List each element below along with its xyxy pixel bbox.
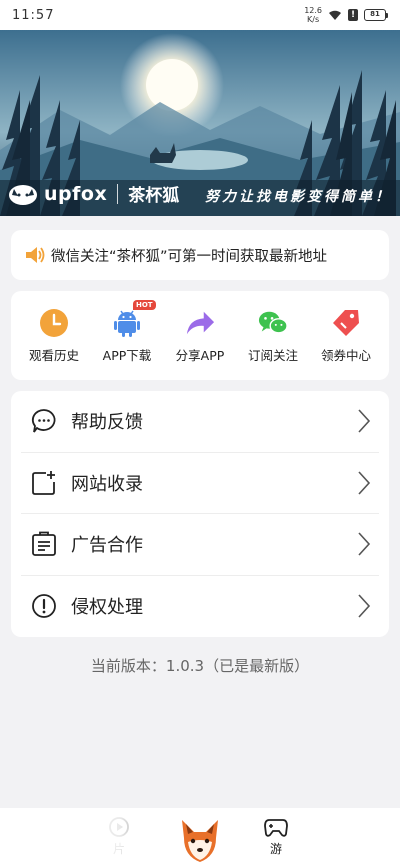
fox-logo-icon: [9, 184, 37, 205]
android-icon: [114, 310, 140, 337]
network-speed-unit: K/s: [307, 15, 320, 24]
quick-action-history[interactable]: 观看历史: [21, 309, 87, 380]
bottom-tab-bar: 片 游: [0, 808, 400, 866]
chat-bubble-icon: [31, 409, 56, 433]
menu-item-label: 帮助反馈: [71, 412, 143, 434]
menu-item-help-feedback[interactable]: 帮助反馈: [21, 391, 379, 453]
brand-divider: [117, 183, 119, 204]
menu-item-label: 网站收录: [71, 473, 143, 495]
quick-action-label: APP下载: [102, 348, 152, 363]
clock-icon: [40, 309, 68, 337]
fox-mascot-icon[interactable]: [176, 816, 224, 864]
hot-badge: HOT: [133, 300, 156, 310]
network-speed-value: 12.6: [304, 6, 322, 15]
quick-action-coupon-center[interactable]: 领券中心: [313, 309, 379, 380]
chevron-right-icon: [358, 409, 371, 433]
network-speed: 12.6 K/s: [304, 6, 322, 24]
menu-item-label: 广告合作: [71, 535, 143, 557]
add-square-icon: [32, 470, 55, 495]
tab-fade-overlay: [0, 808, 200, 866]
coupon-tag-icon: [333, 310, 359, 336]
notification-alert-icon: !: [348, 9, 358, 21]
battery-icon: 81: [364, 9, 388, 21]
slogan: 努力让找电影变得简单！: [205, 189, 392, 205]
quick-action-label: 领券中心: [320, 348, 371, 363]
status-time: 11:57: [12, 7, 55, 23]
notice-text: 微信关注“茶杯狐”可第一时间获取最新地址: [51, 248, 328, 265]
battery-level: 81: [364, 9, 386, 21]
header-banner: upfox 茶杯狐 努力让找电影变得简单！: [0, 30, 400, 216]
status-bar: 11:57 12.6 K/s ! 81: [0, 0, 400, 30]
version-info: 当前版本：1.0.3（已是最新版）: [90, 657, 310, 675]
quick-action-app-download[interactable]: HOT APP下载: [94, 300, 160, 380]
gamepad-icon: [264, 819, 288, 837]
menu-item-site-submission[interactable]: 网站收录: [21, 453, 379, 514]
menu-item-label: 侵权处理: [71, 597, 143, 619]
wechat-icon: [258, 311, 288, 334]
menu-item-infringement[interactable]: 侵权处理: [21, 576, 379, 638]
brand-name-en: upfox: [44, 182, 108, 205]
quick-actions-panel: 观看历史 HOT APP下载 分享APP 订阅关注 领券中心: [11, 291, 389, 380]
share-arrow-icon: [186, 311, 215, 335]
brand-logo: upfox 茶杯狐: [8, 181, 179, 206]
wechat-notice-bar[interactable]: 微信关注“茶杯狐”可第一时间获取最新地址: [11, 230, 389, 280]
quick-action-label: 观看历史: [28, 348, 79, 363]
wifi-icon: [329, 10, 341, 20]
chevron-right-icon: [358, 471, 371, 495]
settings-menu: 帮助反馈 网站收录 广告合作 侵权处理: [11, 391, 389, 637]
chevron-right-icon: [358, 532, 371, 556]
alert-circle-icon: [32, 594, 56, 619]
quick-action-label: 订阅关注: [247, 348, 298, 363]
quick-action-subscribe[interactable]: 订阅关注: [240, 309, 306, 380]
brand-name-cn: 茶杯狐: [128, 186, 180, 206]
quick-action-label: 分享APP: [175, 348, 225, 363]
status-icons: 12.6 K/s ! 81: [304, 6, 388, 24]
tab-games[interactable]: 游: [264, 816, 288, 857]
tab-label: 游: [269, 842, 282, 856]
speaker-icon: [26, 247, 45, 263]
menu-item-ad-cooperation[interactable]: 广告合作: [21, 514, 379, 576]
document-icon: [32, 531, 56, 557]
chevron-right-icon: [358, 594, 371, 618]
quick-action-share[interactable]: 分享APP: [167, 309, 233, 380]
